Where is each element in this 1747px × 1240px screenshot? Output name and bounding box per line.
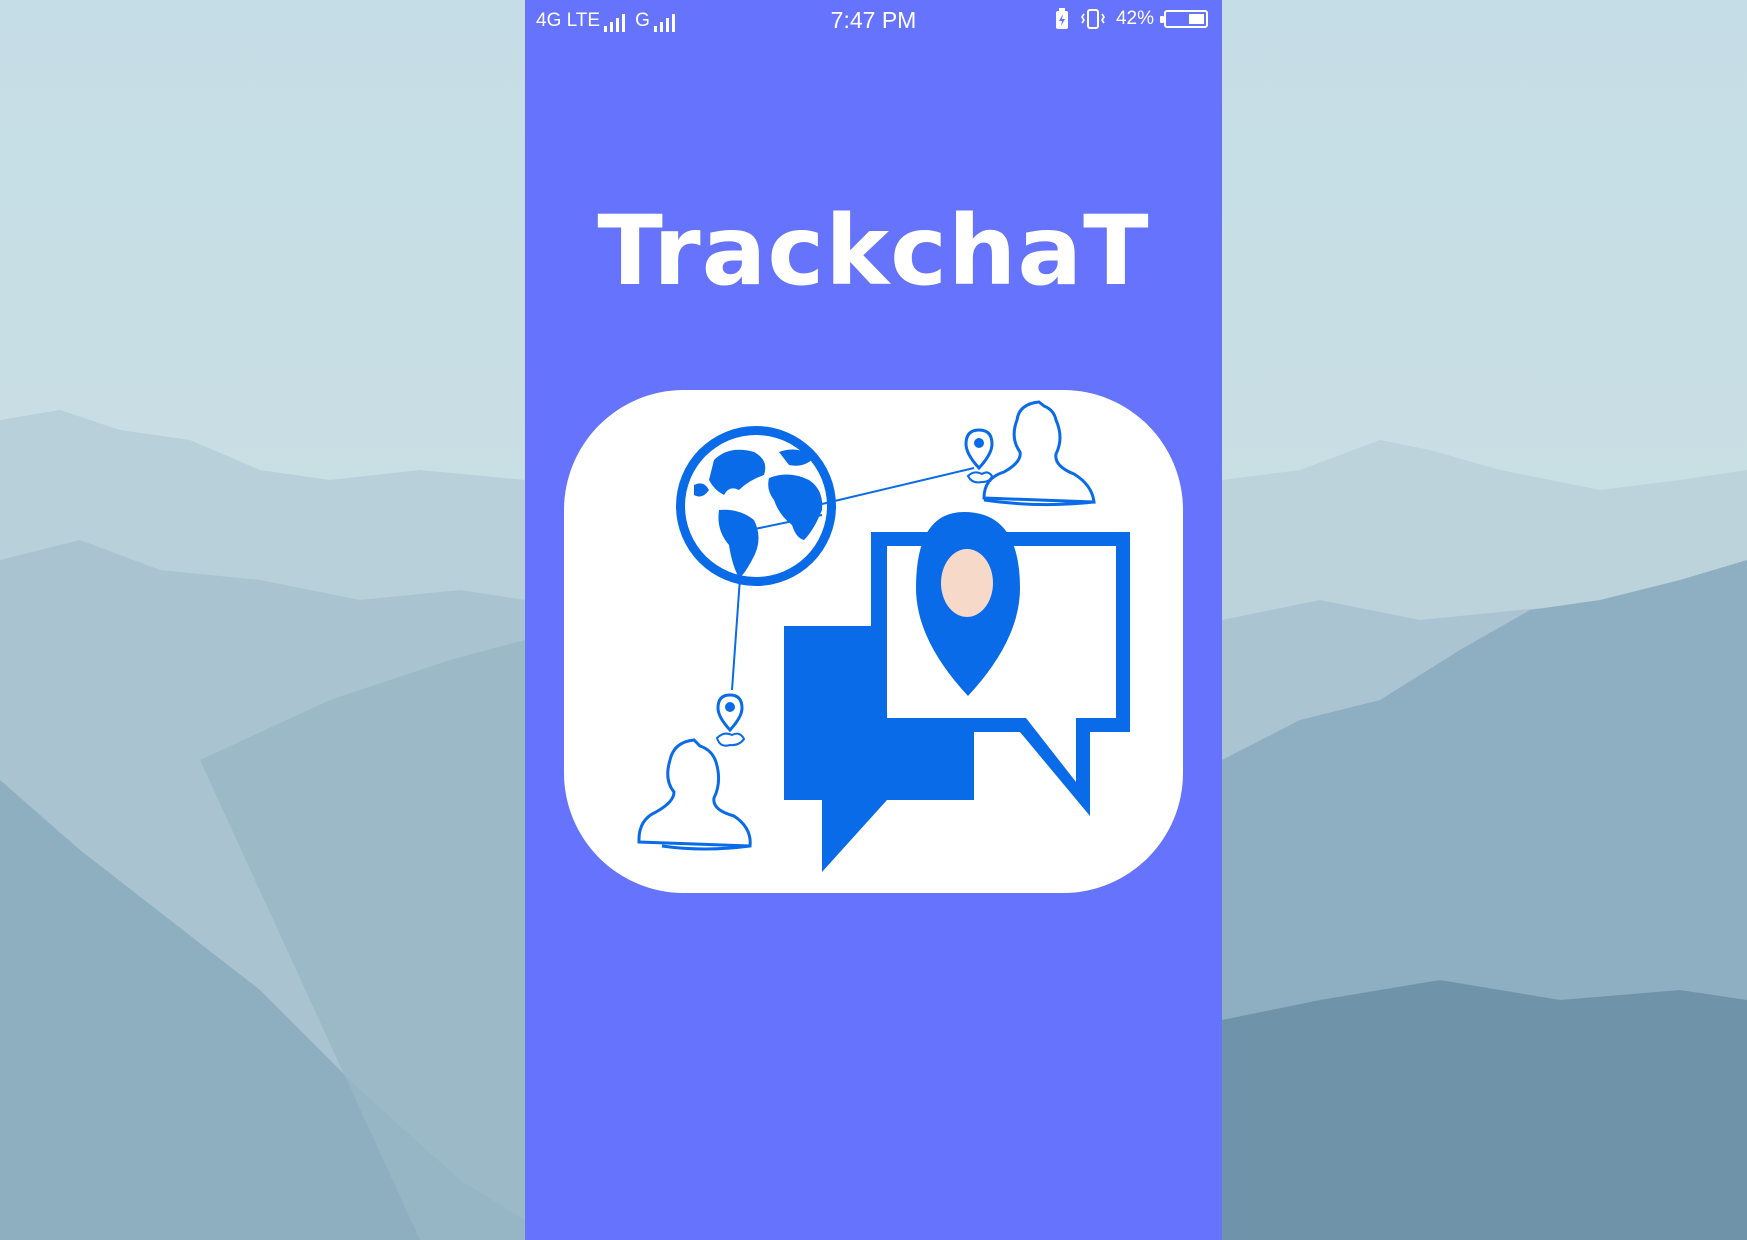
trackchat-logo bbox=[564, 390, 1183, 893]
app-title: TrackchaT bbox=[597, 195, 1150, 307]
battery-icon bbox=[1160, 10, 1208, 28]
globe-icon bbox=[676, 426, 836, 586]
battery-percent: 42% bbox=[1115, 8, 1154, 29]
vibrate-icon bbox=[1081, 9, 1105, 29]
battery-charging-icon bbox=[1055, 8, 1068, 29]
phone-screen: 4G LTE G 7:47 PM 42% TrackchaT bbox=[525, 0, 1222, 1240]
status-bar: 4G LTE G 7:47 PM 42% bbox=[525, 0, 1222, 44]
status-right: 42% bbox=[1054, 8, 1208, 30]
